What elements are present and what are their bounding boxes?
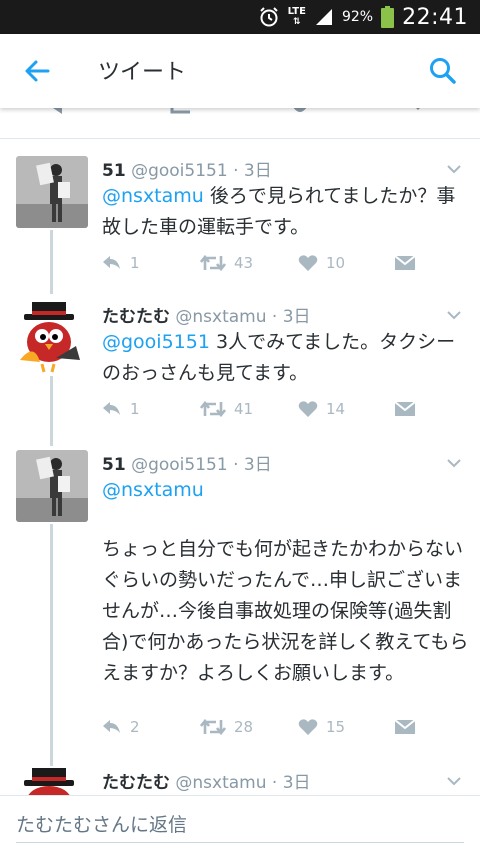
retweet-icon [200,400,226,418]
retweet-button[interactable]: 28 [200,716,253,738]
display-name[interactable]: たむたむ [102,773,170,793]
battery-icon [381,6,395,28]
like-count: 14 [326,400,346,418]
battery-percent: 92% [341,9,374,25]
tweet-actions: 1 41 14 [102,398,422,420]
input-underline [16,842,464,843]
mention-link[interactable]: @nsxtamu [102,479,204,501]
retweet-button[interactable]: 43 [200,252,253,274]
divider [0,138,480,139]
like-button[interactable]: 10 [298,252,345,274]
like-button[interactable]: 14 [298,398,345,420]
mention-link[interactable]: @nsxtamu [102,185,204,207]
envelope-icon [394,401,416,416]
retweet-icon [200,718,226,736]
reply-count: 1 [130,254,140,272]
avatar[interactable] [16,766,88,796]
reply-icon [103,720,120,733]
avatar[interactable] [16,450,88,522]
timestamp: 3日 [243,161,272,181]
app-bar: ツイート [0,34,480,108]
display-name[interactable]: 51 [102,455,126,475]
avatar[interactable] [16,302,88,374]
separator: · [271,307,283,327]
thread-line [50,376,53,446]
back-arrow-icon[interactable] [22,56,52,86]
mention-link[interactable]: @gooi5151 [102,331,210,353]
handle: @nsxtamu [175,773,267,793]
direct-message-button[interactable] [394,252,416,274]
like-count: 15 [326,718,346,736]
tweet-header: 51 @gooi5151 · 3日 [102,156,272,181]
retweet-count: 41 [234,400,254,418]
status-bar: LTE ⇅ 92% 22:41 [0,0,480,34]
heart-icon [298,255,318,271]
reply-button[interactable]: 1 [102,398,140,420]
tweet-header: たむたむ @nsxtamu · 3日 [102,768,311,793]
avatar[interactable] [16,156,88,228]
retweet-count: 28 [234,718,254,736]
display-name[interactable]: たむたむ [102,307,170,327]
chevron-down-icon[interactable] [446,776,462,786]
envelope-icon [394,255,416,270]
heart-icon [298,401,318,417]
handle: @gooi5151 [131,161,228,181]
tweet-text: @nsxtamu 後ろで見られてましたか？事故した車の運転手です。 [102,181,472,243]
search-icon[interactable] [428,56,458,86]
like-button[interactable]: 15 [298,716,345,738]
chevron-down-icon[interactable] [446,164,462,174]
tweet-header: たむたむ @nsxtamu · 3日 [102,302,311,327]
retweet-count: 43 [234,254,254,272]
reply-input[interactable]: たむたむさんに返信 [16,810,187,837]
reply-icon [103,402,120,415]
separator: · [233,161,244,181]
tweet-actions: 1 43 10 [102,252,422,274]
envelope-icon [394,719,416,734]
direct-message-button[interactable] [394,398,416,420]
direct-message-button[interactable] [394,716,416,738]
timestamp: 3日 [282,773,311,793]
tweet-text: ちょっと自分でも何が起きたかわからないぐらいの勢いだったんで…申し訳ございません… [102,538,469,684]
timestamp: 3日 [282,307,311,327]
retweet-button[interactable]: 41 [200,398,253,420]
chevron-down-icon[interactable] [446,310,462,320]
like-count: 10 [326,254,346,272]
alarm-icon [259,7,278,27]
tweet-actions: 2 28 15 [102,716,422,738]
page-title: ツイート [98,60,187,85]
reply-count: 1 [130,400,140,418]
reply-count: 2 [130,718,140,736]
timestamp: 3日 [243,455,272,475]
tweet-text: @gooi5151 3人でみてました。タクシーのおっさんも見てます。 [102,327,472,389]
reply-icon [103,256,120,269]
chevron-down-icon[interactable] [446,458,462,468]
tweet-mention-line: @nsxtamu [102,475,472,506]
network-indicator: LTE ⇅ [287,6,306,28]
separator: · [233,455,244,475]
retweet-icon [200,254,226,272]
reply-composer[interactable]: たむたむさんに返信 [0,795,480,853]
thread-line [50,230,53,294]
handle: @nsxtamu [175,307,267,327]
reply-button[interactable]: 2 [102,716,140,738]
separator: · [271,773,283,793]
display-name[interactable]: 51 [102,161,126,181]
heart-icon [298,719,318,735]
tweet-header: 51 @gooi5151 · 3日 [102,450,272,475]
clock: 22:41 [402,4,468,30]
thread-line [50,524,53,768]
signal-icon [315,9,332,25]
handle: @gooi5151 [131,455,228,475]
reply-button[interactable]: 1 [102,252,140,274]
